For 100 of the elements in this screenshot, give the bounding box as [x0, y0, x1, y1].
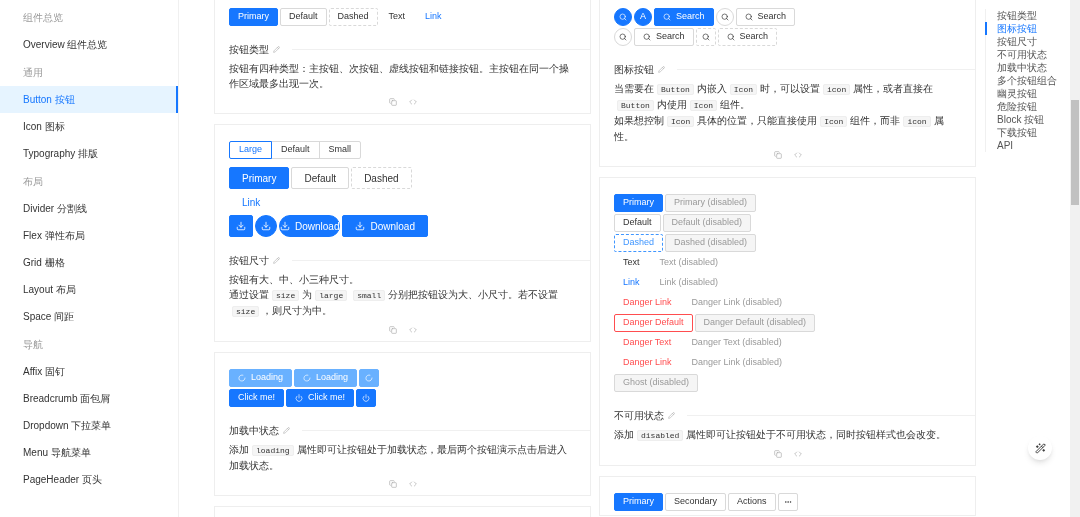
menu-item[interactable]: Overview 组件总览: [0, 31, 178, 58]
download-button[interactable]: [255, 215, 277, 237]
search-button[interactable]: [614, 8, 632, 26]
section-title: 按钮尺寸: [229, 254, 269, 268]
button[interactable]: Dashed: [351, 167, 412, 189]
section-title: 按钮类型: [229, 43, 269, 57]
menu-group-title: 通用: [23, 65, 43, 80]
search-icon: [720, 13, 729, 21]
menu-item[interactable]: Icon 图标: [0, 113, 178, 140]
button[interactable]: Primary: [614, 493, 663, 511]
menu-group-title: 布局: [23, 174, 43, 189]
edit-icon[interactable]: [273, 257, 280, 264]
more-icon: [783, 498, 792, 506]
menu-item[interactable]: Typography 排版: [0, 140, 178, 167]
code-icon[interactable]: [408, 326, 417, 334]
section-title: 不可用状态: [614, 409, 664, 423]
more-button[interactable]: [777, 493, 798, 511]
button[interactable]: Default: [280, 8, 327, 26]
power-button[interactable]: [356, 389, 377, 407]
anchor-link[interactable]: 下载按钮: [985, 126, 1070, 139]
anchor-link[interactable]: Block 按钮: [985, 113, 1070, 126]
download-icon: [280, 221, 290, 231]
button[interactable]: Default: [614, 214, 661, 232]
button[interactable]: Search: [654, 8, 714, 26]
spinner-icon: [365, 374, 374, 382]
section-title: 加载中状态: [229, 424, 279, 438]
button[interactable]: Download: [279, 215, 341, 237]
button[interactable]: Actions: [728, 493, 776, 511]
edit-icon[interactable]: [668, 412, 675, 419]
description-text: 如果想控制 Icon 具体的位置，只能直接使用 Icon 组件，而非 icon 属性。: [614, 114, 945, 144]
button[interactable]: Link: [614, 274, 649, 292]
edit-icon[interactable]: [658, 66, 665, 73]
size-option[interactable]: Large: [229, 141, 273, 159]
menu-item[interactable]: Button 按钮: [0, 86, 178, 113]
copy-icon[interactable]: [773, 151, 782, 159]
scrollbar[interactable]: [1070, 0, 1080, 517]
button[interactable]: Primary: [614, 194, 663, 212]
button[interactable]: Link: [416, 8, 451, 26]
anchor-link[interactable]: 多个按钮组合: [985, 74, 1070, 87]
menu-item[interactable]: Dropdown 下拉菜单: [0, 412, 178, 439]
menu-group-title: 组件总览: [23, 10, 63, 25]
code-icon[interactable]: [408, 480, 417, 488]
copy-icon[interactable]: [388, 480, 397, 488]
size-option[interactable]: Default: [271, 141, 320, 159]
power-icon: [362, 394, 371, 402]
anchor-link[interactable]: API: [985, 139, 1070, 152]
anchor-link[interactable]: 危险按钮: [985, 100, 1070, 113]
button[interactable]: Default: [291, 167, 350, 189]
button[interactable]: Download: [342, 215, 428, 237]
button[interactable]: Click me!: [229, 389, 284, 407]
magic-button[interactable]: [1028, 436, 1052, 460]
search-icon: [619, 13, 627, 21]
copy-icon[interactable]: [388, 326, 397, 334]
description-text: 按钮有大、中、小三种尺寸。: [229, 273, 360, 287]
menu-item[interactable]: Layout 布局: [0, 276, 178, 303]
edit-icon[interactable]: [273, 46, 280, 53]
menu-item[interactable]: Affix 固钉: [0, 358, 178, 385]
download-button[interactable]: [229, 215, 253, 237]
button[interactable]: Click me!: [286, 389, 355, 407]
anchor-link[interactable]: 加载中状态: [985, 61, 1070, 74]
size-option[interactable]: Small: [318, 141, 362, 159]
search-icon: [744, 13, 753, 21]
copy-icon[interactable]: [388, 98, 397, 106]
anchor-link[interactable]: 按钮尺寸: [985, 35, 1070, 48]
button[interactable]: Search: [735, 8, 796, 26]
power-icon: [295, 394, 303, 402]
button[interactable]: Text: [379, 8, 415, 26]
button[interactable]: Link: [229, 191, 274, 213]
button[interactable]: Dashed: [328, 8, 378, 26]
button[interactable]: Text: [614, 254, 649, 272]
search-icon: [663, 13, 671, 21]
spinner-icon: [238, 374, 246, 382]
code-icon[interactable]: [793, 151, 802, 159]
button[interactable]: Primary: [229, 167, 290, 189]
menu-item[interactable]: PageHeader 页头: [0, 466, 178, 493]
code-icon[interactable]: [793, 450, 802, 458]
edit-icon[interactable]: [283, 427, 290, 434]
search-icon: [701, 33, 710, 41]
menu-item[interactable]: Divider 分割线: [0, 195, 178, 222]
menu-item[interactable]: Menu 导航菜单: [0, 439, 178, 466]
button[interactable]: Search: [717, 28, 778, 46]
description-text: 添加 loading 属性即可让按钮处于加载状态，最后两个按钮演示点击后进入加载状态。: [229, 443, 568, 473]
button[interactable]: Search: [634, 28, 694, 46]
anchor-link[interactable]: 幽灵按钮: [985, 87, 1070, 100]
anchor-link[interactable]: 不可用状态: [985, 48, 1070, 61]
button[interactable]: Secondary: [665, 493, 727, 511]
description-text: 通过设置 size 为 large small 分别把按钮设为大、小尺寸。若不设置 size ，则尺寸为中。: [229, 288, 560, 319]
code-icon[interactable]: [408, 98, 417, 106]
menu-item[interactable]: Flex 弹性布局: [0, 222, 178, 249]
description-text: 添加 disabled 属性即可让按钮处于不可用状态，同时按钮样式也会改变。: [614, 428, 948, 443]
anchor-link[interactable]: 按钮类型: [985, 9, 1070, 22]
section-title: 图标按钮: [614, 63, 654, 77]
button[interactable]: Primary: [229, 8, 278, 26]
menu-item[interactable]: Space 间距: [0, 303, 178, 330]
menu-item[interactable]: Grid 栅格: [0, 249, 178, 276]
button[interactable]: A: [634, 8, 652, 26]
scrollbar-thumb[interactable]: [1071, 100, 1079, 205]
loading-button[interactable]: [359, 369, 380, 387]
copy-icon[interactable]: [773, 450, 782, 458]
menu-item[interactable]: Breadcrumb 面包屑: [0, 385, 178, 412]
